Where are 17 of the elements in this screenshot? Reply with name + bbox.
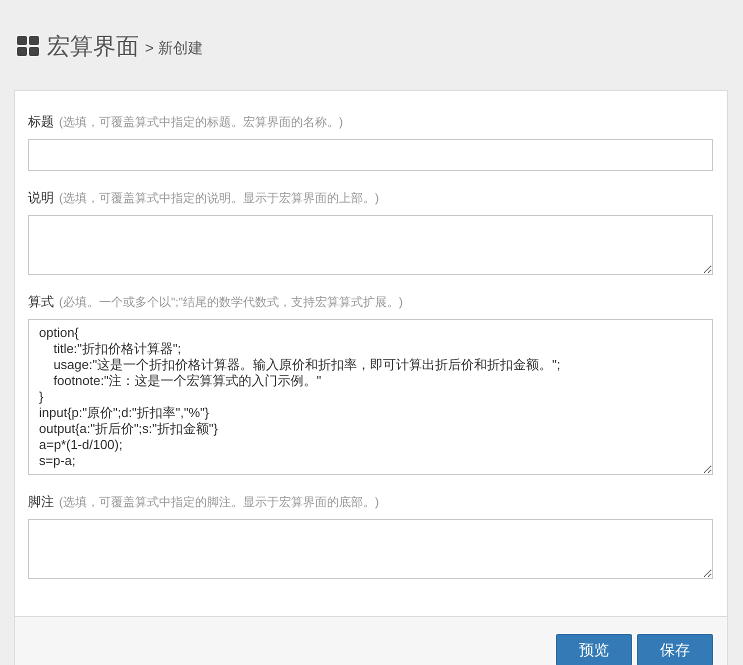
save-button[interactable]: 保存: [637, 634, 713, 665]
field-hint: (选填，可覆盖算式中指定的说明。显示于宏算界面的上部。): [59, 190, 379, 207]
field-hint: (必填。一个或多个以";"结尾的数学代数式，支持宏算算式扩展。): [59, 294, 403, 311]
field-label: 脚注: [28, 493, 54, 511]
field-label: 说明: [28, 189, 54, 207]
input-field[interactable]: [28, 139, 713, 171]
field-label: 标题: [28, 113, 54, 131]
preview-button[interactable]: 预览: [556, 634, 632, 665]
text-area[interactable]: [28, 215, 713, 275]
breadcrumb: > 新创建: [145, 39, 203, 58]
grid-icon: [17, 36, 39, 56]
page-title: 宏算界面: [47, 32, 139, 60]
field-label: 算式: [28, 293, 54, 311]
field-hint: (选填，可覆盖算式中指定的标题。宏算界面的名称。): [59, 114, 343, 131]
text-area[interactable]: [28, 519, 713, 579]
text-area[interactable]: option{ title:"折扣价格计算器"; usage:"这是一个折扣价格计算器。输入原价和折扣率，即可计算出折后价和折扣金额。"; footnote:"注：这是一个宏算算式的入门示例。" } input{p:"原价";d:"折扣率","%"} output{a:"折后价";s:"折扣金额"} a=p*(1-d/100); s=p-a;: [28, 319, 713, 475]
field-hint: (选填，可覆盖算式中指定的脚注。显示于宏算界面的底部。): [59, 494, 379, 511]
